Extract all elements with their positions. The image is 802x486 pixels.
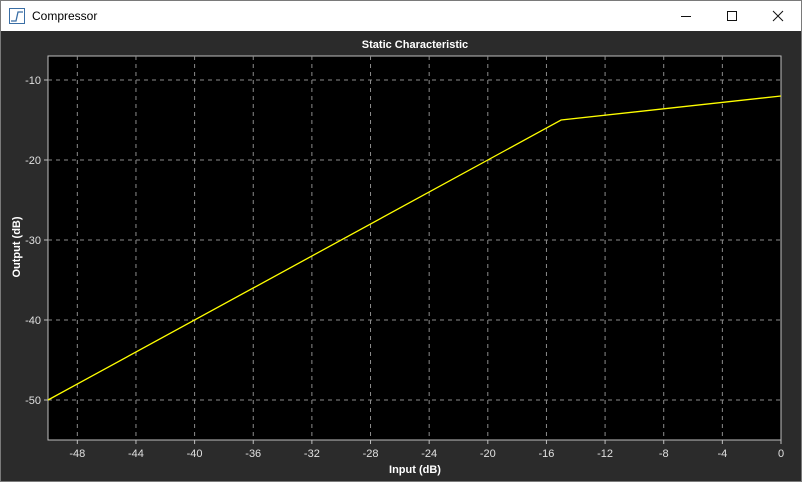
plot-area: Static Characteristic -48 -44 -40 -36 -32 -28… <box>1 32 801 481</box>
y-axis-label: Output (dB) <box>11 216 23 277</box>
title-bar[interactable]: Compressor <box>1 1 801 31</box>
x-tick-label: -24 <box>421 448 437 460</box>
window-controls <box>663 1 801 31</box>
y-tick-label: -50 <box>25 395 41 407</box>
x-tick-label: -36 <box>245 448 261 460</box>
close-icon <box>772 10 784 22</box>
x-axis-ticks: -48 -44 -40 -36 -32 -28 -24 -20 -16 -12 -8 -4 0 <box>69 440 784 460</box>
compressor-window: Compressor Static Characteristic -48 -44 -… <box>0 0 802 482</box>
y-axis-ticks: -50 -40 -30 -20 -10 <box>25 75 48 407</box>
x-tick-label: -4 <box>717 448 727 460</box>
x-tick-label: -44 <box>128 448 144 460</box>
chart-title: Static Characteristic <box>362 39 468 51</box>
plot-background <box>47 55 782 441</box>
y-tick-label: -30 <box>25 235 41 247</box>
static-characteristic-chart[interactable]: Static Characteristic -48 -44 -40 -36 -32 -28… <box>1 32 801 481</box>
minimize-button[interactable] <box>663 1 709 31</box>
app-icon <box>8 7 26 25</box>
y-tick-label: -10 <box>25 75 41 87</box>
x-tick-label: -20 <box>480 448 496 460</box>
minimize-icon <box>681 16 691 17</box>
x-tick-label: -12 <box>597 448 613 460</box>
y-tick-label: -20 <box>25 155 41 167</box>
maximize-icon <box>727 11 737 21</box>
window-title: Compressor <box>32 9 98 23</box>
x-tick-label: -40 <box>187 448 203 460</box>
y-tick-label: -40 <box>25 315 41 327</box>
x-tick-label: -32 <box>304 448 320 460</box>
x-tick-label: 0 <box>778 448 784 460</box>
close-button[interactable] <box>755 1 801 31</box>
x-tick-label: -28 <box>363 448 379 460</box>
x-axis-label: Input (dB) <box>389 464 441 476</box>
x-tick-label: -16 <box>538 448 554 460</box>
x-tick-label: -8 <box>659 448 669 460</box>
x-tick-label: -48 <box>69 448 85 460</box>
maximize-button[interactable] <box>709 1 755 31</box>
